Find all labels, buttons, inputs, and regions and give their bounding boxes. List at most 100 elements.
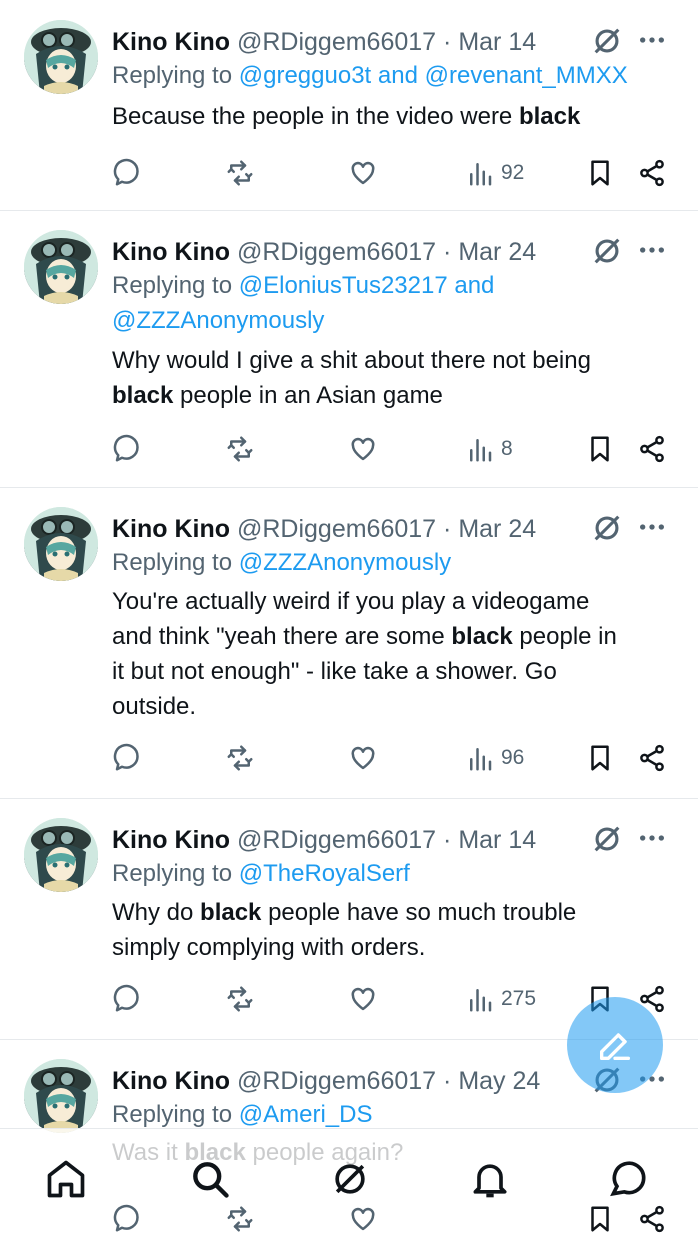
- mention-link[interactable]: and: [448, 272, 494, 299]
- tweet[interactable]: Kino Kino @RDiggem66017 · Mar 24 Replying…: [0, 487, 698, 799]
- tweet-header: Kino Kino @RDiggem66017 · Mar 24: [112, 236, 536, 268]
- bookmark-button[interactable]: [585, 153, 615, 193]
- share-button[interactable]: [637, 153, 667, 193]
- avatar[interactable]: [24, 507, 98, 581]
- like-button[interactable]: [348, 979, 378, 1019]
- user-handle[interactable]: @RDiggem66017: [237, 515, 436, 543]
- mention-link[interactable]: @EloniusTus23217: [239, 272, 448, 299]
- share-button[interactable]: [637, 738, 667, 778]
- tweet-date[interactable]: Mar 14: [458, 28, 536, 56]
- bookmark-icon: [585, 158, 615, 188]
- display-name[interactable]: Kino Kino: [112, 28, 230, 56]
- tweet-header: Kino Kino @RDiggem66017 · May 24: [112, 1065, 540, 1097]
- mention-link[interactable]: @Ameri_DS: [239, 1101, 373, 1128]
- display-name[interactable]: Kino Kino: [112, 238, 230, 266]
- tweet-text: You're actually weird if you play a vide…: [112, 584, 672, 724]
- tweet-text-line: black people in an Asian game: [112, 378, 672, 413]
- display-name[interactable]: Kino Kino: [112, 826, 230, 854]
- reply-button[interactable]: [112, 979, 142, 1019]
- user-handle[interactable]: @RDiggem66017: [237, 826, 436, 854]
- avatar[interactable]: [24, 20, 98, 94]
- compose-button[interactable]: [567, 997, 663, 1093]
- heart-icon: [348, 158, 378, 188]
- home-icon[interactable]: [44, 1157, 88, 1201]
- tweet-date[interactable]: Mar 24: [458, 515, 536, 543]
- retweet-button[interactable]: [225, 979, 255, 1019]
- heart-icon: [348, 984, 378, 1014]
- retweet-button[interactable]: [225, 429, 255, 469]
- share-icon: [637, 158, 667, 188]
- separator-dot: ·: [443, 28, 452, 56]
- bookmark-button[interactable]: [585, 1199, 615, 1239]
- more-icon[interactable]: [636, 24, 668, 58]
- user-handle[interactable]: @RDiggem66017: [237, 238, 436, 266]
- heart-icon: [348, 434, 378, 464]
- messages-icon[interactable]: [606, 1157, 650, 1201]
- text-segment: it but not enough" - like take a shower.…: [112, 658, 557, 685]
- mention-link[interactable]: @gregguo3t: [239, 62, 371, 89]
- replying-to-line: Replying to @EloniusTus23217 and: [112, 268, 672, 303]
- retweet-button[interactable]: [225, 153, 255, 193]
- share-icon: [637, 743, 667, 773]
- views-button[interactable]: 96: [465, 738, 524, 778]
- like-button[interactable]: [348, 1199, 378, 1239]
- tweet-text-line: it but not enough" - like take a shower.…: [112, 654, 672, 689]
- tweet-text: Because the people in the video were bla…: [112, 99, 672, 134]
- views-icon: [465, 434, 495, 464]
- action-bar: [0, 1199, 698, 1239]
- bookmark-button[interactable]: [585, 738, 615, 778]
- like-button[interactable]: [348, 738, 378, 778]
- more-icon[interactable]: [636, 234, 668, 268]
- tweet-date[interactable]: Mar 24: [458, 238, 536, 266]
- grok-icon[interactable]: [590, 822, 624, 856]
- text-segment: and think "yeah there are some: [112, 623, 452, 650]
- retweet-button[interactable]: [225, 738, 255, 778]
- reply-button[interactable]: [112, 1199, 142, 1239]
- grok-icon[interactable]: [328, 1157, 372, 1201]
- mention-link[interactable]: and: [371, 62, 424, 89]
- notifications-icon[interactable]: [468, 1157, 512, 1201]
- bookmark-button[interactable]: [585, 429, 615, 469]
- like-button[interactable]: [348, 153, 378, 193]
- mention-link[interactable]: @revenant_MMXX: [425, 62, 628, 89]
- share-button[interactable]: [637, 1199, 667, 1239]
- user-handle[interactable]: @RDiggem66017: [237, 1067, 436, 1095]
- search-icon[interactable]: [188, 1157, 232, 1201]
- grok-icon[interactable]: [590, 234, 624, 268]
- mention-link[interactable]: @ZZZAnonymously: [112, 307, 324, 334]
- retweet-button[interactable]: [225, 1199, 255, 1239]
- bottom-navigation: [0, 1128, 698, 1201]
- reply-button[interactable]: [112, 738, 142, 778]
- share-button[interactable]: [637, 429, 667, 469]
- tweet[interactable]: Kino Kino @RDiggem66017 · Mar 24 Replying…: [0, 210, 698, 488]
- like-button[interactable]: [348, 429, 378, 469]
- mention-link[interactable]: @TheRoyalSerf: [239, 860, 410, 887]
- bookmark-icon: [585, 743, 615, 773]
- avatar[interactable]: [24, 1059, 98, 1133]
- grok-icon[interactable]: [590, 511, 624, 545]
- replying-to: Replying to @gregguo3t and @revenant_MMX…: [112, 58, 672, 93]
- views-button[interactable]: 92: [465, 153, 524, 193]
- user-handle[interactable]: @RDiggem66017: [237, 28, 436, 56]
- display-name[interactable]: Kino Kino: [112, 1067, 230, 1095]
- reply-button[interactable]: [112, 429, 142, 469]
- replying-to-line: Replying to @ZZZAnonymously: [112, 545, 672, 580]
- views-button[interactable]: 275: [465, 979, 536, 1019]
- tweet-date[interactable]: May 24: [458, 1067, 540, 1095]
- more-icon[interactable]: [636, 511, 668, 545]
- replying-to-label: Replying to: [112, 860, 239, 887]
- grok-icon[interactable]: [590, 24, 624, 58]
- views-button[interactable]: 8: [465, 429, 513, 469]
- display-name[interactable]: Kino Kino: [112, 515, 230, 543]
- tweet-date[interactable]: Mar 14: [458, 826, 536, 854]
- tweet[interactable]: Kino Kino @RDiggem66017 · Mar 14 Replying…: [0, 0, 698, 211]
- avatar[interactable]: [24, 230, 98, 304]
- reply-button[interactable]: [112, 153, 142, 193]
- more-icon[interactable]: [636, 822, 668, 856]
- retweet-icon: [225, 158, 255, 188]
- views-icon: [465, 743, 495, 773]
- avatar[interactable]: [24, 818, 98, 892]
- mention-link[interactable]: @ZZZAnonymously: [239, 549, 451, 576]
- tweet-header: Kino Kino @RDiggem66017 · Mar 24: [112, 513, 536, 545]
- retweet-icon: [225, 743, 255, 773]
